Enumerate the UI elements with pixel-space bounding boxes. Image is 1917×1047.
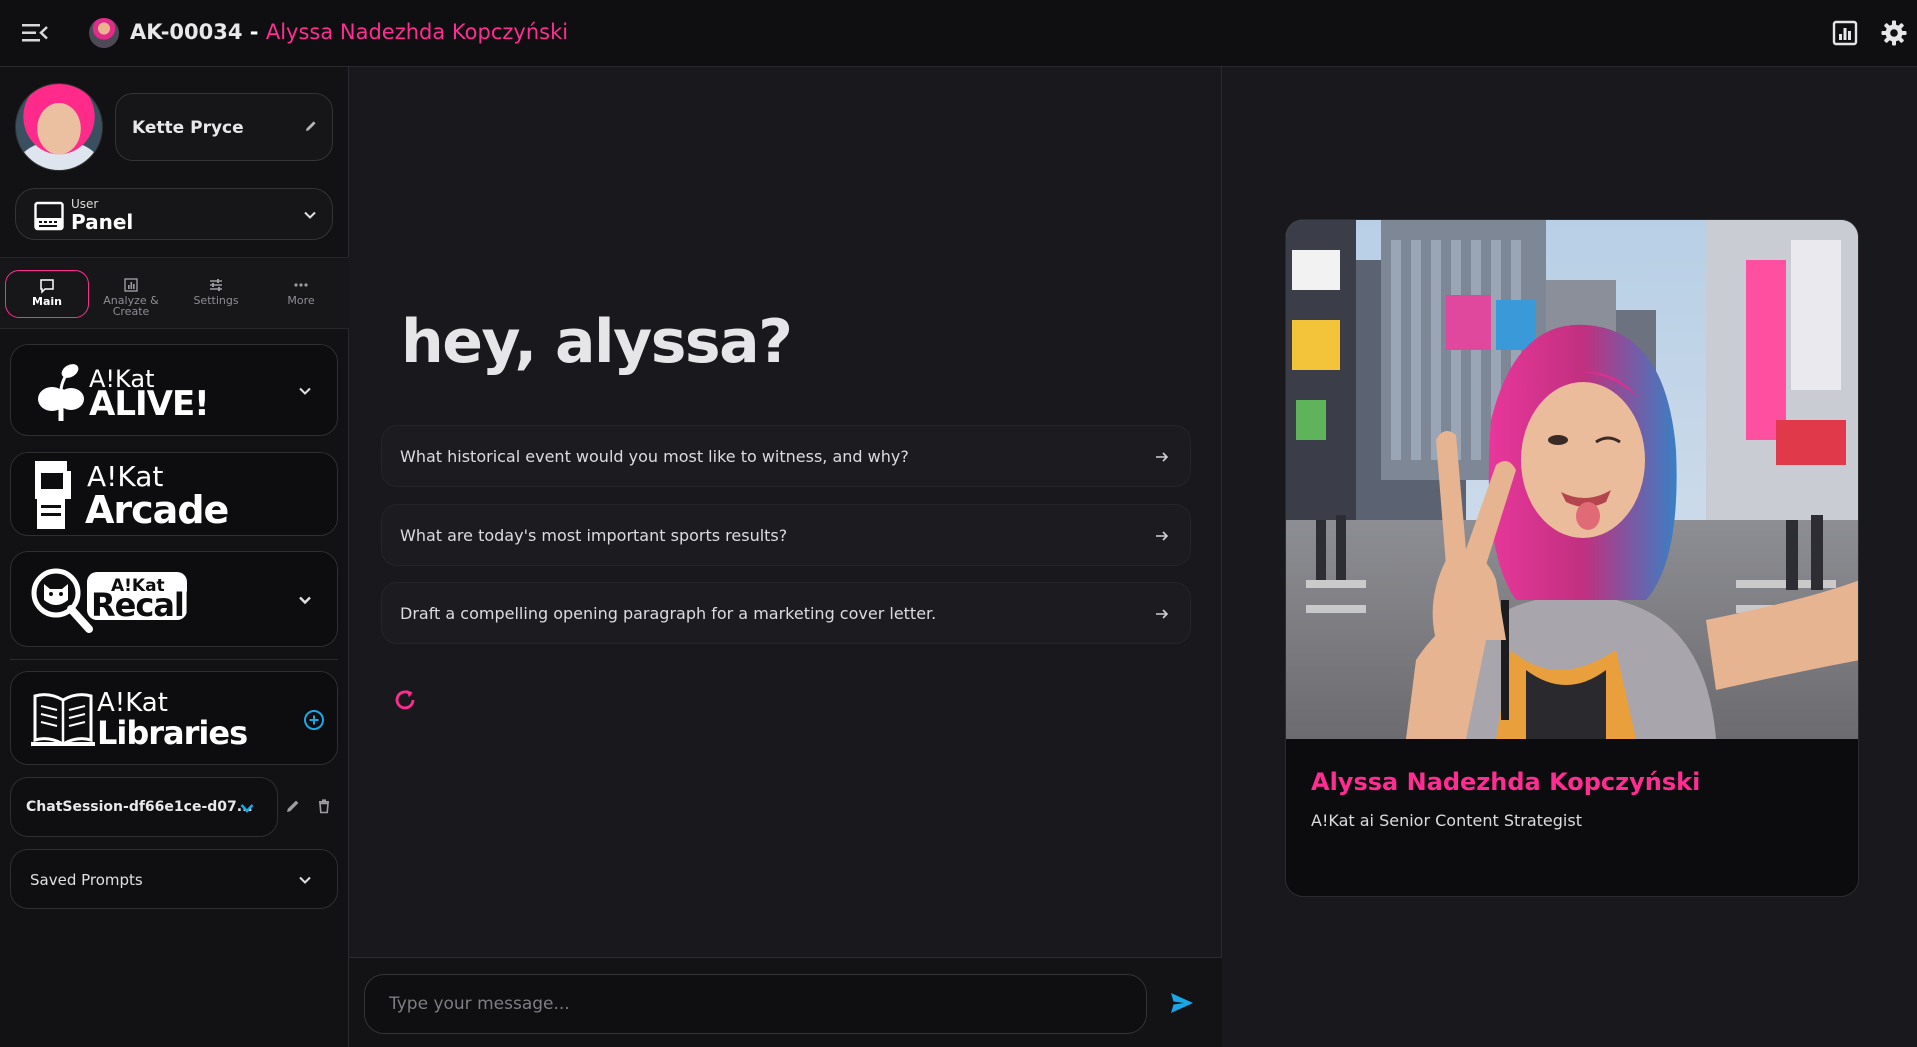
suggestion-item[interactable]: Draft a compelling opening paragraph for… <box>381 582 1191 644</box>
tab-analyze-create[interactable]: Analyze & Create <box>89 270 173 318</box>
panel-icon <box>34 201 64 231</box>
user-name-field[interactable]: Kette Pryce <box>115 93 333 161</box>
panel-label-small: User <box>71 197 99 211</box>
persona-card-role: A!Kat ai Senior Content Strategist <box>1311 811 1582 830</box>
suggestion-text: What are today's most important sports r… <box>400 526 788 545</box>
persona-id: AK-00034 <box>130 20 243 44</box>
magnifier-cat-icon <box>31 568 93 633</box>
nav-tabs: Main Analyze & Create Settings More <box>0 257 349 329</box>
sidebar-divider <box>10 659 338 660</box>
arrow-right-icon <box>1156 609 1169 619</box>
chat-session-dropdown[interactable]: ChatSession-df66e1ce-d07... <box>10 777 278 837</box>
user-name: Kette Pryce <box>132 118 244 138</box>
top-bar: AK-00034 - Alyssa Nadezhda Kopczyński <box>0 0 1917 67</box>
tab-main-label: Main <box>32 295 62 308</box>
suggestion-text: What historical event would you most lik… <box>400 447 909 466</box>
suggestion-item[interactable]: What historical event would you most lik… <box>381 425 1191 487</box>
saved-prompts-dropdown[interactable]: Saved Prompts <box>10 849 338 909</box>
menu-collapse-icon[interactable] <box>20 20 50 46</box>
arcade-logo-big: Arcade <box>85 488 229 532</box>
tab-more-label: More <box>287 294 315 307</box>
pencil-icon[interactable] <box>285 798 301 814</box>
chevron-down-icon <box>240 804 254 813</box>
tab-settings[interactable]: Settings <box>174 270 258 318</box>
title-separator: - <box>242 20 266 44</box>
refresh-icon[interactable] <box>392 687 418 713</box>
sliders-icon <box>210 279 222 291</box>
message-composer <box>349 957 1222 1047</box>
pencil-icon[interactable] <box>304 119 318 133</box>
persona-panel: Alyssa Nadezhda Kopczyński A!Kat ai Seni… <box>1223 67 1917 1047</box>
left-sidebar: Kette Pryce User Panel Main Analyze & Cr… <box>0 67 349 1047</box>
arcade-cabinet-icon <box>35 461 71 529</box>
chevron-down-icon <box>304 211 316 219</box>
persona-avatar <box>89 18 119 48</box>
tab-analyze-label-2: Create <box>112 305 150 318</box>
suggestion-text: Draft a compelling opening paragraph for… <box>400 604 937 623</box>
persona-card-name: Alyssa Nadezhda Kopczyński <box>1311 768 1701 796</box>
tab-main[interactable]: Main <box>5 270 89 318</box>
module-akat-alive[interactable]: A!Kat ALIVE! <box>10 344 338 436</box>
chat-session-label: ChatSession-df66e1ce-d07... <box>26 799 253 815</box>
module-akat-libraries[interactable]: A!Kat Libraries <box>10 671 338 765</box>
chevron-down-icon <box>299 387 311 395</box>
send-icon[interactable] <box>1169 990 1195 1016</box>
suggestion-item[interactable]: What are today's most important sports r… <box>381 504 1191 566</box>
user-avatar[interactable] <box>15 83 103 171</box>
recall-logo-big: Recall <box>91 586 195 624</box>
tree-logo-icon <box>38 364 84 421</box>
book-logo-icon <box>31 693 95 746</box>
chevron-down-icon <box>299 596 311 605</box>
libraries-logo-big: Libraries <box>97 714 248 752</box>
module-akat-arcade[interactable]: A!Kat Arcade <box>10 452 338 536</box>
user-panel-dropdown[interactable]: User Panel <box>15 188 333 240</box>
tab-more[interactable]: More <box>259 270 343 318</box>
ellipsis-icon <box>294 283 308 287</box>
page-title: AK-00034 - Alyssa Nadezhda Kopczyński <box>130 20 568 44</box>
libraries-logo-small: A!Kat <box>97 688 168 718</box>
report-icon[interactable] <box>1831 19 1859 47</box>
module-akat-recall[interactable]: A!Kat Recall <box>10 551 338 647</box>
plus-circle-icon[interactable] <box>303 709 325 731</box>
greeting-heading: hey, alyssa? <box>401 307 793 377</box>
trash-icon[interactable] <box>316 798 332 814</box>
chat-bubble-icon <box>40 279 54 294</box>
persona-photo <box>1286 220 1858 739</box>
tab-settings-label: Settings <box>193 294 239 307</box>
saved-prompts-label: Saved Prompts <box>30 871 143 889</box>
persona-card: Alyssa Nadezhda Kopczyński A!Kat ai Seni… <box>1285 219 1859 897</box>
chart-icon <box>124 278 138 292</box>
arrow-right-icon <box>1156 531 1169 541</box>
chat-area: hey, alyssa? What historical event would… <box>349 67 1222 1047</box>
message-input[interactable] <box>364 974 1147 1034</box>
arcade-logo-small: A!Kat <box>87 460 164 493</box>
gear-icon[interactable] <box>1880 19 1908 47</box>
panel-label-big: Panel <box>71 210 134 234</box>
chevron-down-icon <box>299 876 311 884</box>
persona-name: Alyssa Nadezhda Kopczyński <box>265 20 569 44</box>
arrow-right-icon <box>1156 452 1169 462</box>
alive-logo-big: ALIVE! <box>89 384 210 424</box>
